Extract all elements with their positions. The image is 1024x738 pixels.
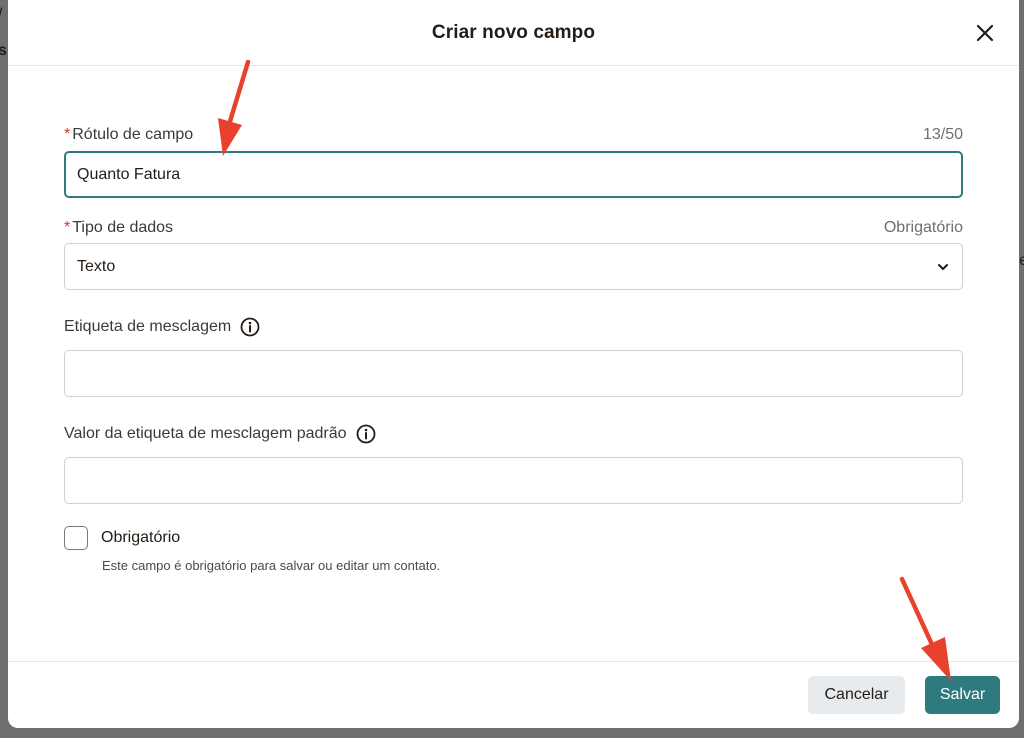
required-checkbox-description: Este campo é obrigatório para salvar ou … [102,558,441,573]
field-label-value: Quanto Fatura [77,165,181,183]
character-counter: 13/50 [922,126,963,143]
backdrop-text: / [0,6,2,24]
required-hint: Obrigatório [883,219,963,236]
modal-body: * Rótulo de campo 13/50 Quanto Fatura * Ti… [8,126,1019,573]
merge-tag-label: Etiqueta de mesclagem [64,318,232,335]
backdrop-text: s [0,42,7,59]
required-mark: * [64,219,71,236]
data-type-row: * Tipo de dados Obrigatório [64,219,963,237]
save-button[interactable]: Salvar [925,676,1000,714]
chevron-down-icon [938,263,948,270]
data-type-select[interactable]: Texto [64,243,963,290]
modal-header: Criar novo campo [8,0,1019,66]
required-checkbox-row: Obrigatório [64,526,963,550]
merge-tag-input[interactable] [64,350,963,397]
required-checkbox[interactable] [64,526,88,550]
modal-footer: Cancelar Salvar [8,661,1019,728]
field-label-input[interactable]: Quanto Fatura [64,151,963,198]
default-merge-label-row: Valor da etiqueta de mesclagem padrão [64,424,963,444]
default-merge-input[interactable] [64,457,963,504]
create-field-modal: Criar novo campo * Rótulo de campo 13/50 … [8,0,1019,728]
data-type-title: * Tipo de dados [64,219,173,237]
field-label-text: Rótulo de campo [72,126,194,143]
field-label-title: * Rótulo de campo [64,126,193,144]
cancel-button[interactable]: Cancelar [808,676,905,714]
close-icon[interactable] [973,21,997,45]
data-type-value: Texto [77,257,116,275]
modal-title: Criar novo campo [431,21,596,43]
info-icon[interactable] [240,317,260,337]
required-checkbox-label: Obrigatório [101,529,181,546]
data-type-label: Tipo de dados [72,219,174,236]
backdrop-text: e [1019,252,1024,269]
merge-tag-label-row: Etiqueta de mesclagem [64,317,963,337]
required-mark: * [64,126,71,143]
field-label-row: * Rótulo de campo 13/50 [64,126,963,144]
info-icon[interactable] [356,424,376,444]
default-merge-label: Valor da etiqueta de mesclagem padrão [64,425,347,442]
